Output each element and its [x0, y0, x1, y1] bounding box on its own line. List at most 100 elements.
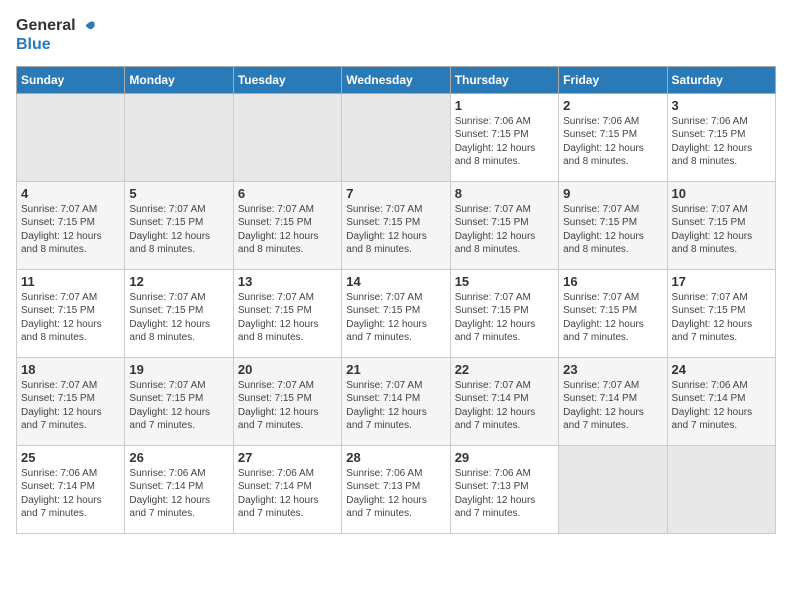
- calendar-cell: [559, 445, 667, 533]
- day-number: 25: [21, 450, 120, 465]
- cell-content: Sunrise: 7:06 AMSunset: 7:14 PMDaylight:…: [129, 467, 228, 521]
- calendar-cell: 2 Sunrise: 7:06 AMSunset: 7:15 PMDaylight…: [559, 93, 667, 181]
- calendar-cell: [667, 445, 775, 533]
- day-number: 10: [672, 186, 771, 201]
- calendar-cell: 7 Sunrise: 7:07 AMSunset: 7:15 PMDaylight…: [342, 181, 450, 269]
- calendar-cell: 15Sunrise: 7:07 AMSunset: 7:15 PMDayligh…: [450, 269, 558, 357]
- day-number: 18: [21, 362, 120, 377]
- week-row-5: 25 Sunrise: 7:06 AMSunset: 7:14 PMDayligh…: [17, 445, 776, 533]
- week-row-4: 18 Sunrise: 7:07 AMSunset: 7:15 PMDayligh…: [17, 357, 776, 445]
- calendar-cell: 10 Sunrise: 7:07 AMSunset: 7:15 PMDayligh…: [667, 181, 775, 269]
- logo-bird-icon: [76, 16, 96, 36]
- day-number: 16: [563, 274, 662, 289]
- logo-general: General: [16, 17, 76, 35]
- cell-content: Sunrise: 7:07 AMSunset: 7:14 PMDaylight:…: [563, 379, 662, 433]
- day-number: 17: [672, 274, 771, 289]
- cell-content: Sunrise: 7:06 AMSunset: 7:15 PMDaylight:…: [455, 115, 554, 169]
- calendar-cell: [342, 93, 450, 181]
- calendar-cell: 11 Sunrise: 7:07 AMSunset: 7:15 PMDayligh…: [17, 269, 125, 357]
- cell-content: Sunrise: 7:07 AMSunset: 7:15 PMDaylight:…: [563, 203, 662, 257]
- week-row-3: 11 Sunrise: 7:07 AMSunset: 7:15 PMDayligh…: [17, 269, 776, 357]
- calendar-table: SundayMondayTuesdayWednesdayThursdayFrid…: [16, 66, 776, 534]
- day-header-tuesday: Tuesday: [233, 66, 341, 93]
- calendar-cell: 23 Sunrise: 7:07 AMSunset: 7:14 PMDayligh…: [559, 357, 667, 445]
- calendar-cell: 26 Sunrise: 7:06 AMSunset: 7:14 PMDayligh…: [125, 445, 233, 533]
- header-row: SundayMondayTuesdayWednesdayThursdayFrid…: [17, 66, 776, 93]
- day-header-sunday: Sunday: [17, 66, 125, 93]
- day-number: 13: [238, 274, 337, 289]
- week-row-2: 4Sunrise: 7:07 AMSunset: 7:15 PMDaylight…: [17, 181, 776, 269]
- calendar-cell: 19Sunrise: 7:07 AMSunset: 7:15 PMDayligh…: [125, 357, 233, 445]
- calendar-cell: [125, 93, 233, 181]
- logo: General Blue: [16, 16, 96, 54]
- day-number: 1: [455, 98, 554, 113]
- calendar-cell: [17, 93, 125, 181]
- cell-content: Sunrise: 7:07 AMSunset: 7:15 PMDaylight:…: [129, 203, 228, 257]
- day-number: 24: [672, 362, 771, 377]
- calendar-cell: 13 Sunrise: 7:07 AMSunset: 7:15 PMDayligh…: [233, 269, 341, 357]
- cell-content: Sunrise: 7:06 AMSunset: 7:14 PMDaylight:…: [21, 467, 120, 521]
- calendar-cell: 16 Sunrise: 7:07 AMSunset: 7:15 PMDayligh…: [559, 269, 667, 357]
- cell-content: Sunrise: 7:06 AMSunset: 7:14 PMDaylight:…: [238, 467, 337, 521]
- calendar-cell: 9 Sunrise: 7:07 AMSunset: 7:15 PMDaylight…: [559, 181, 667, 269]
- cell-content: Sunrise: 7:07 AMSunset: 7:14 PMDaylight:…: [346, 379, 445, 433]
- calendar-cell: 18 Sunrise: 7:07 AMSunset: 7:15 PMDayligh…: [17, 357, 125, 445]
- day-number: 15: [455, 274, 554, 289]
- cell-content: Sunrise: 7:06 AMSunset: 7:13 PMDaylight:…: [455, 467, 554, 521]
- day-number: 8: [455, 186, 554, 201]
- cell-content: Sunrise: 7:06 AMSunset: 7:15 PMDaylight:…: [563, 115, 662, 169]
- calendar-cell: 1 Sunrise: 7:06 AMSunset: 7:15 PMDaylight…: [450, 93, 558, 181]
- day-header-saturday: Saturday: [667, 66, 775, 93]
- day-header-friday: Friday: [559, 66, 667, 93]
- day-number: 11: [21, 274, 120, 289]
- cell-content: Sunrise: 7:07 AMSunset: 7:15 PMDaylight:…: [21, 379, 120, 433]
- day-number: 22: [455, 362, 554, 377]
- calendar-cell: 14 Sunrise: 7:07 AMSunset: 7:15 PMDayligh…: [342, 269, 450, 357]
- day-number: 26: [129, 450, 228, 465]
- day-number: 6: [238, 186, 337, 201]
- calendar-cell: 28Sunrise: 7:06 AMSunset: 7:13 PMDayligh…: [342, 445, 450, 533]
- cell-content: Sunrise: 7:06 AMSunset: 7:13 PMDaylight:…: [346, 467, 445, 521]
- day-number: 5: [129, 186, 228, 201]
- calendar-cell: 29Sunrise: 7:06 AMSunset: 7:13 PMDayligh…: [450, 445, 558, 533]
- cell-content: Sunrise: 7:07 AMSunset: 7:15 PMDaylight:…: [238, 291, 337, 345]
- day-number: 14: [346, 274, 445, 289]
- calendar-cell: 21 Sunrise: 7:07 AMSunset: 7:14 PMDayligh…: [342, 357, 450, 445]
- cell-content: Sunrise: 7:07 AMSunset: 7:15 PMDaylight:…: [672, 203, 771, 257]
- cell-content: Sunrise: 7:07 AMSunset: 7:15 PMDaylight:…: [346, 291, 445, 345]
- day-header-thursday: Thursday: [450, 66, 558, 93]
- day-number: 20: [238, 362, 337, 377]
- day-header-wednesday: Wednesday: [342, 66, 450, 93]
- day-number: 9: [563, 186, 662, 201]
- calendar-cell: [233, 93, 341, 181]
- day-number: 2: [563, 98, 662, 113]
- cell-content: Sunrise: 7:07 AMSunset: 7:14 PMDaylight:…: [455, 379, 554, 433]
- cell-content: Sunrise: 7:07 AMSunset: 7:15 PMDaylight:…: [563, 291, 662, 345]
- logo-svg: General Blue: [16, 16, 96, 54]
- cell-content: Sunrise: 7:07 AMSunset: 7:15 PMDaylight:…: [21, 291, 120, 345]
- day-number: 19: [129, 362, 228, 377]
- calendar-cell: 22 Sunrise: 7:07 AMSunset: 7:14 PMDayligh…: [450, 357, 558, 445]
- cell-content: Sunrise: 7:07 AMSunset: 7:15 PMDaylight:…: [346, 203, 445, 257]
- calendar-cell: 8 Sunrise: 7:07 AMSunset: 7:15 PMDaylight…: [450, 181, 558, 269]
- day-number: 7: [346, 186, 445, 201]
- cell-content: Sunrise: 7:07 AMSunset: 7:15 PMDaylight:…: [455, 203, 554, 257]
- calendar-cell: 3 Sunrise: 7:06 AMSunset: 7:15 PMDaylight…: [667, 93, 775, 181]
- day-header-monday: Monday: [125, 66, 233, 93]
- day-number: 21: [346, 362, 445, 377]
- day-number: 23: [563, 362, 662, 377]
- calendar-cell: 24 Sunrise: 7:06 AMSunset: 7:14 PMDayligh…: [667, 357, 775, 445]
- calendar-cell: 6Sunrise: 7:07 AMSunset: 7:15 PMDaylight…: [233, 181, 341, 269]
- calendar-cell: 17Sunrise: 7:07 AMSunset: 7:15 PMDayligh…: [667, 269, 775, 357]
- cell-content: Sunrise: 7:07 AMSunset: 7:15 PMDaylight:…: [21, 203, 120, 257]
- calendar-cell: 5 Sunrise: 7:07 AMSunset: 7:15 PMDaylight…: [125, 181, 233, 269]
- logo-blue: Blue: [16, 36, 96, 54]
- calendar-cell: 12Sunrise: 7:07 AMSunset: 7:15 PMDayligh…: [125, 269, 233, 357]
- calendar-cell: 25 Sunrise: 7:06 AMSunset: 7:14 PMDayligh…: [17, 445, 125, 533]
- cell-content: Sunrise: 7:06 AMSunset: 7:14 PMDaylight:…: [672, 379, 771, 433]
- day-number: 3: [672, 98, 771, 113]
- week-row-1: 1 Sunrise: 7:06 AMSunset: 7:15 PMDaylight…: [17, 93, 776, 181]
- cell-content: Sunrise: 7:06 AMSunset: 7:15 PMDaylight:…: [672, 115, 771, 169]
- header: General Blue: [16, 16, 776, 54]
- day-number: 27: [238, 450, 337, 465]
